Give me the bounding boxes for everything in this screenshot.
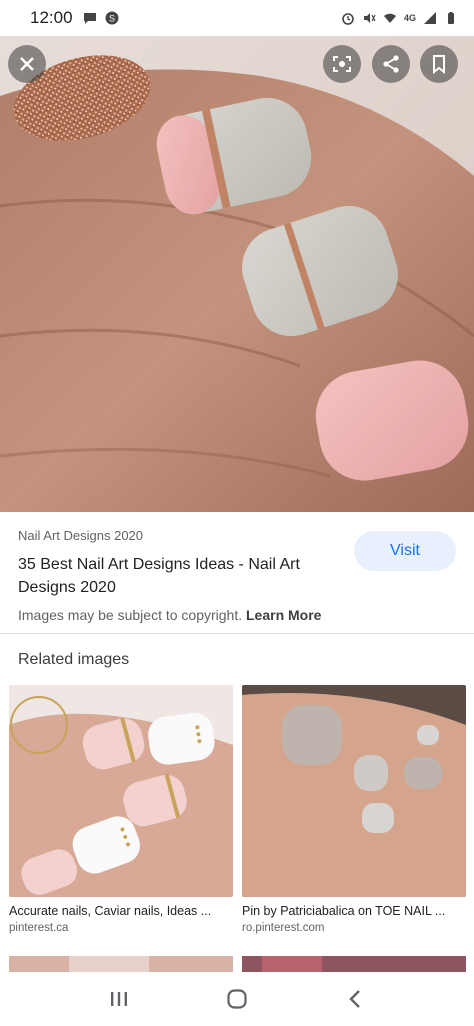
learn-more-link[interactable]: Learn More xyxy=(246,607,321,623)
nail-photo xyxy=(0,36,474,512)
recents-icon xyxy=(111,992,127,1006)
share-icon xyxy=(383,55,399,73)
related-card-peek[interactable] xyxy=(242,956,466,972)
related-photo xyxy=(242,956,466,972)
chat-icon xyxy=(83,13,96,24)
related-image[interactable] xyxy=(242,685,466,897)
related-source: ro.pinterest.com xyxy=(242,922,325,934)
status-time: 12:00 xyxy=(30,8,73,27)
related-image[interactable] xyxy=(9,685,233,897)
status-bar: 12:00 S 4G xyxy=(0,0,474,36)
copyright-notice: Images may be subject to copyright. Lear… xyxy=(18,607,321,623)
result-info: Nail Art Designs 2020 35 Best Nail Art D… xyxy=(0,512,474,634)
s-circle-icon: S xyxy=(105,11,119,25)
navigation-bar xyxy=(0,972,474,1026)
related-photo xyxy=(9,685,233,897)
related-card[interactable]: Accurate nails, Caviar nails, Ideas ... … xyxy=(9,685,233,934)
svg-text:S: S xyxy=(109,14,115,24)
copyright-text: Images may be subject to copyright. xyxy=(18,607,243,623)
visit-button[interactable]: Visit xyxy=(354,531,456,571)
result-title[interactable]: 35 Best Nail Art Designs Ideas - Nail Ar… xyxy=(18,553,338,599)
related-photo xyxy=(242,685,466,897)
related-card[interactable]: Pin by Patriciabalica on TOE NAIL ... ro… xyxy=(242,685,466,934)
close-icon xyxy=(20,57,34,71)
signal-icon xyxy=(424,12,436,24)
home-button[interactable] xyxy=(217,979,257,1019)
lens-button[interactable] xyxy=(323,45,361,83)
battery-icon xyxy=(448,12,454,24)
network-label: 4G xyxy=(403,13,416,23)
related-heading: Related images xyxy=(18,651,130,668)
share-button[interactable] xyxy=(372,45,410,83)
recents-button[interactable] xyxy=(99,979,139,1019)
related-card-peek[interactable] xyxy=(9,956,233,972)
back-button[interactable] xyxy=(335,979,375,1019)
alarm-icon xyxy=(342,13,354,25)
back-icon xyxy=(349,990,360,1008)
mute-icon xyxy=(363,13,376,23)
related-photo xyxy=(9,956,233,972)
lens-icon xyxy=(333,56,351,72)
hero-image[interactable] xyxy=(0,36,474,512)
divider xyxy=(0,633,474,634)
bookmark-button[interactable] xyxy=(420,45,458,83)
bookmark-icon xyxy=(433,55,445,74)
source-name[interactable]: Nail Art Designs 2020 xyxy=(18,528,143,543)
home-icon xyxy=(227,989,247,1009)
related-source: pinterest.ca xyxy=(9,922,69,934)
close-button[interactable] xyxy=(8,45,46,83)
related-title[interactable]: Accurate nails, Caviar nails, Ideas ... xyxy=(9,904,231,918)
related-title[interactable]: Pin by Patriciabalica on TOE NAIL ... xyxy=(242,904,464,918)
wifi-icon xyxy=(383,13,396,23)
